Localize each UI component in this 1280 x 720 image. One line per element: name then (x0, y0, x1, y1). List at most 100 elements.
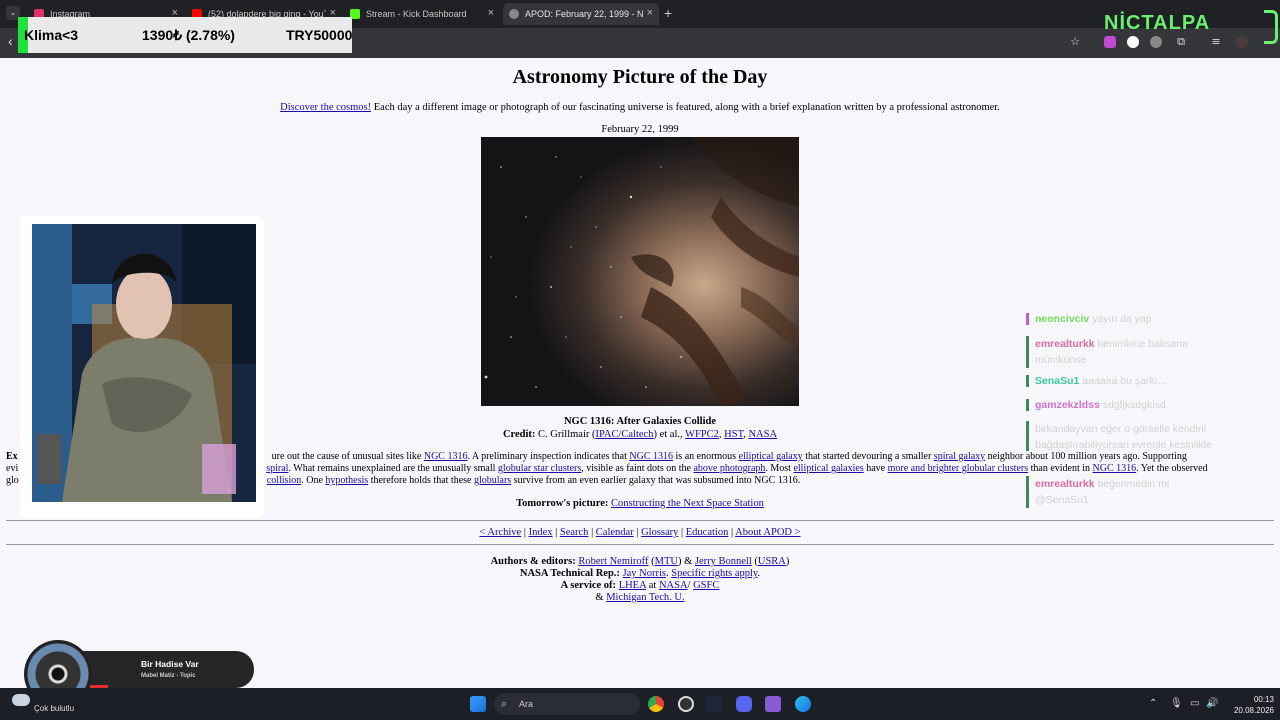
nav-index[interactable]: Index (529, 527, 553, 538)
tab-title: Stream - Kick Dashboard (366, 9, 467, 19)
author-org-link[interactable]: MTU (655, 556, 678, 567)
expl-text: . What remains unexplained are the unusu… (288, 463, 498, 474)
weather-text[interactable]: Çok bulutlu (34, 704, 74, 713)
hypothesis-link[interactable]: hypothesis (325, 475, 368, 486)
clock-date: 20.08.2026 (1233, 706, 1274, 715)
collision-link[interactable]: collision (267, 475, 301, 486)
cloud-weather-icon[interactable] (12, 694, 30, 706)
nav-sep: | (552, 527, 560, 538)
nasa-rep-link[interactable]: Jay Norris (623, 568, 666, 579)
ticker-goal: TRY50000 (286, 27, 353, 43)
spiral-galaxy-link[interactable]: spiral galaxy (934, 451, 985, 462)
author-org-link[interactable]: USRA (758, 556, 786, 567)
elliptical-galaxy-link[interactable]: elliptical galaxy (739, 451, 803, 462)
expl-text: . One (301, 475, 326, 486)
service-label: A service of: (560, 580, 617, 591)
volume-icon[interactable]: 🔊 (1206, 698, 1218, 709)
chat-text: sdgfjksdgkisd (1099, 399, 1166, 411)
extension-icon[interactable] (1150, 36, 1162, 48)
chevron-up-icon[interactable]: ⌃ (1149, 698, 1157, 709)
ngc1316-galaxy-image[interactable] (481, 137, 799, 406)
expl-text: . A preliminary inspection indicates tha… (467, 451, 630, 462)
streamer-logo: NİCTALPA (1104, 12, 1211, 34)
extension-icon[interactable] (1127, 36, 1139, 48)
nav-sep: | (633, 527, 642, 538)
intro-text: Each day a different image or photograph… (371, 102, 1000, 113)
globulars-link[interactable]: globulars (474, 475, 511, 486)
michigan-link[interactable]: Michigan Tech. U. (606, 592, 684, 603)
ngc1316-link[interactable]: NGC 1316 (629, 451, 673, 462)
elliptical-galaxies-link[interactable]: elliptical galaxies (793, 463, 863, 474)
intro-paragraph: Discover the cosmos! Each day a differen… (0, 102, 1280, 113)
nav-calendar[interactable]: Calendar (596, 527, 634, 538)
taskbar-clock[interactable]: 00:13 20.08.2026 (1228, 694, 1274, 716)
edge-icon[interactable] (795, 696, 811, 712)
app-icon[interactable] (765, 696, 781, 712)
search-icon: ⌕ (501, 697, 508, 710)
expl-text: . Most (765, 463, 794, 474)
extensions-puzzle-icon[interactable]: ⧉ (1175, 36, 1187, 48)
microphone-icon[interactable]: 🎙 (1170, 698, 1183, 709)
discord-icon[interactable] (736, 696, 752, 712)
webcam-overlay (20, 216, 264, 518)
page-title: Astronomy Picture of the Day (512, 66, 768, 88)
ticker-label: Klima<3 (24, 27, 79, 43)
close-tab-icon[interactable]: × (488, 7, 494, 19)
obs-icon[interactable] (678, 696, 694, 712)
chat-user: emrealturkk (1035, 338, 1095, 350)
bookmark-star-icon[interactable]: ☆ (1069, 36, 1081, 48)
tab-apod[interactable]: APOD: February 22, 1999 - NGC × (503, 3, 659, 25)
rights-link[interactable]: Specific rights apply (671, 568, 757, 579)
credit-link[interactable]: HST (724, 429, 743, 440)
tomorrow-link[interactable]: Constructing the Next Space Station (611, 498, 764, 509)
expl-text: have (863, 463, 888, 474)
apod-date: February 22, 1999 (601, 124, 679, 135)
expl-text: therefore holds that these (368, 475, 474, 486)
credit-link[interactable]: NASA (748, 429, 777, 440)
ngc1316-link[interactable]: NGC 1316 (424, 451, 468, 462)
credit-link[interactable]: WFPC2 (685, 429, 719, 440)
nav-education[interactable]: Education (686, 527, 729, 538)
author-link[interactable]: Robert Nemiroff (578, 556, 648, 567)
nasa-link[interactable]: NASA (659, 580, 688, 591)
divider (6, 520, 1274, 521)
nasa-rep-label: NASA Technical Rep.: (519, 568, 620, 579)
reading-list-icon[interactable]: ≡ (1210, 36, 1222, 48)
close-tab-icon[interactable]: × (647, 7, 653, 19)
profile-avatar[interactable] (1236, 36, 1248, 48)
more-globular-link[interactable]: more and brighter globular clusters (888, 463, 1029, 474)
nav-glossary[interactable]: Glossary (641, 527, 678, 538)
service-line: A service of: LHEA at NASA/ GSFC (0, 580, 1280, 591)
chat-user: neoncivciv (1035, 313, 1090, 325)
chrome-icon[interactable] (648, 696, 664, 712)
spiral-link[interactable]: spiral (266, 463, 288, 474)
lhea-link[interactable]: LHEA (619, 580, 646, 591)
amp: & (595, 592, 607, 603)
author-link[interactable]: Jerry Bonnell (695, 556, 752, 567)
expl-text: survive from an even earlier galaxy that… (511, 475, 801, 486)
credit-link[interactable]: IPAC/Caltech (596, 429, 654, 440)
chat-text: yayın da yap (1089, 313, 1152, 325)
extension-icon[interactable] (1104, 36, 1116, 48)
donation-ticker: Klima<3 1390₺ (2.78%) TRY50000 (18, 17, 352, 53)
globular-clusters-link[interactable]: globular star clusters (498, 463, 581, 474)
discover-link[interactable]: Discover the cosmos! (280, 102, 371, 113)
expl-text: evi (6, 463, 19, 474)
nav-archive[interactable]: < Archive (479, 527, 521, 538)
above-photograph-link[interactable]: above photograph (693, 463, 765, 474)
chat-user: SenaSu1 (1035, 375, 1080, 387)
steam-icon[interactable] (706, 696, 722, 712)
windows-start-icon[interactable] (470, 696, 486, 712)
chat-text: birkandayvan eğer o görselle kendini bağ… (1035, 423, 1212, 451)
tab-kick-dashboard[interactable]: Stream - Kick Dashboard × (344, 3, 500, 25)
stream-chat-overlay: neoncivciv yayın da yap emrealturkk beni… (1026, 311, 1216, 511)
back-button[interactable]: ‹ (8, 33, 13, 49)
tomorrow-label: Tomorrow's picture: (516, 498, 609, 509)
nav-about[interactable]: About APOD > (735, 527, 800, 538)
nav-search[interactable]: Search (560, 527, 589, 538)
new-tab-button[interactable]: + (664, 5, 672, 21)
gsfc-link[interactable]: GSFC (693, 580, 719, 591)
expl-text: glo (6, 475, 19, 486)
taskbar-search[interactable]: ⌕ Ara (494, 693, 640, 715)
network-icon[interactable]: ▭ (1190, 698, 1199, 709)
